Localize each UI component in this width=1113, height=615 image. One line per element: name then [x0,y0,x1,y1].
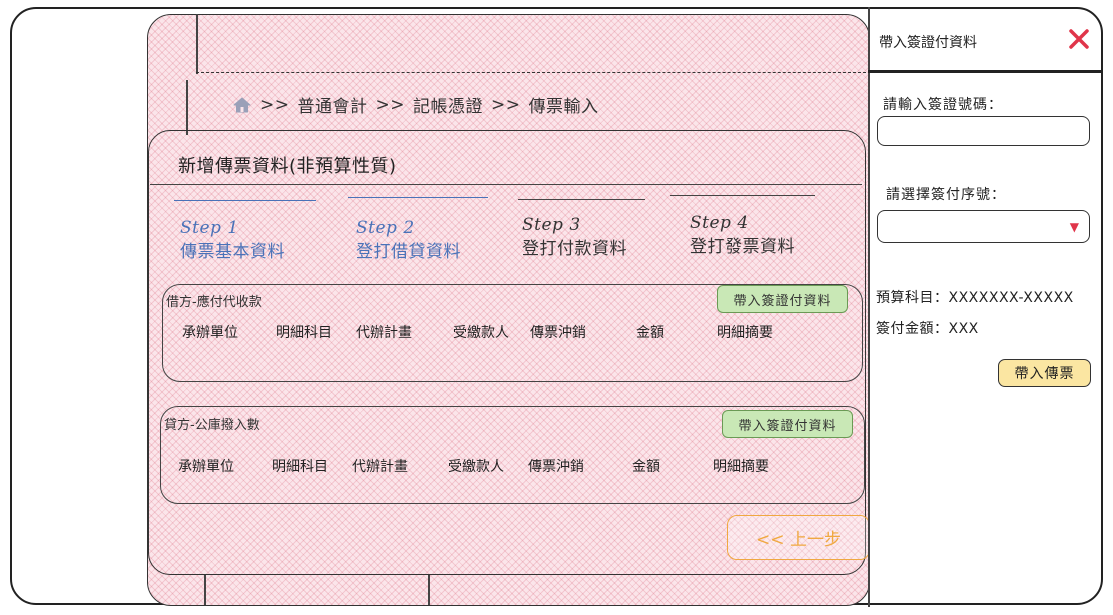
column-header: 承辦單位 [178,459,234,475]
step-label: 登打發票資料 [690,237,795,257]
breadcrumb-item-general-accounting[interactable]: 普通會計 [298,92,368,117]
payment-amount-text: 簽付金額：XXX [876,321,979,337]
step-number: Step 4 [690,213,749,233]
column-header: 明細科目 [272,459,328,475]
step-3[interactable]: Step 3 登打付款資料 [522,213,627,261]
breadcrumb-item-voucher-input: 傳票輸入 [528,97,599,117]
credit-import-button[interactable]: 帶入簽證付資料 [722,410,853,438]
divider [196,14,198,74]
column-header: 受繳款人 [448,459,504,475]
column-header: 明細摘要 [713,459,769,475]
debit-section-label: 借方-應付代收款 [166,295,262,310]
column-header: 傳票沖銷 [530,325,586,341]
breadcrumb: >> 普通會計 >> 記帳憑證 >> 傳票輸入 [232,92,599,117]
step-label: 登打付款資料 [522,239,627,259]
breadcrumb-item-voucher[interactable]: 記帳憑證 [413,92,483,117]
side-header-divider [868,70,1103,73]
column-header: 金額 [632,459,660,475]
voucher-number-label: 請輸入簽證號碼： [883,97,1003,113]
column-header: 明細摘要 [717,325,773,341]
breadcrumb-separator: >> [375,94,405,115]
home-icon[interactable] [232,96,252,114]
step-3-bar [518,199,645,200]
column-header: 代辦計畫 [352,459,408,475]
step-number: Step 2 [356,218,415,238]
side-panel-divider [868,7,870,607]
debit-import-button[interactable]: 帶入簽證付資料 [717,285,848,313]
breadcrumb-separator: >> [491,94,521,115]
voucher-number-input[interactable] [877,116,1090,146]
breadcrumb-separator: >> [260,94,290,115]
column-header: 承辦單位 [182,325,238,341]
step-2-bar [348,197,488,198]
step-1-bar [174,200,316,201]
credit-section-label: 貸方-公庫撥入數 [164,418,260,433]
card-title: 新增傳票資料(非預算性質) [178,156,397,177]
side-panel-title: 帶入簽證付資料 [879,35,977,51]
payment-sequence-label: 請選擇簽付序號： [886,187,1006,203]
close-icon[interactable] [1067,27,1091,51]
step-2[interactable]: Step 2 登打借貸資料 [356,216,461,264]
budget-subject-text: 預算科目：XXXXXXX-XXXXX [876,290,1074,306]
column-header: 傳票沖銷 [528,459,584,475]
column-header: 金額 [636,325,664,341]
previous-step-button[interactable]: << 上一步 [727,515,870,560]
column-header: 代辦計畫 [356,325,412,341]
step-label: 登打借貸資料 [356,242,461,262]
divider [204,575,206,605]
step-4[interactable]: Step 4 登打發票資料 [690,211,795,259]
step-label: 傳票基本資料 [180,242,285,262]
payment-sequence-select[interactable]: ▼ [877,210,1090,243]
chevron-down-icon[interactable]: ▼ [1070,220,1079,234]
step-4-bar [670,195,815,196]
divider [186,80,188,135]
import-voucher-button[interactable]: 帶入傳票 [998,359,1091,387]
step-number: Step 1 [180,218,239,238]
step-number: Step 3 [522,215,581,235]
step-1[interactable]: Step 1 傳票基本資料 [180,216,285,264]
divider [428,575,430,605]
column-header: 受繳款人 [453,325,509,341]
divider [196,72,866,73]
title-divider [150,184,862,185]
column-header: 明細科目 [276,325,332,341]
